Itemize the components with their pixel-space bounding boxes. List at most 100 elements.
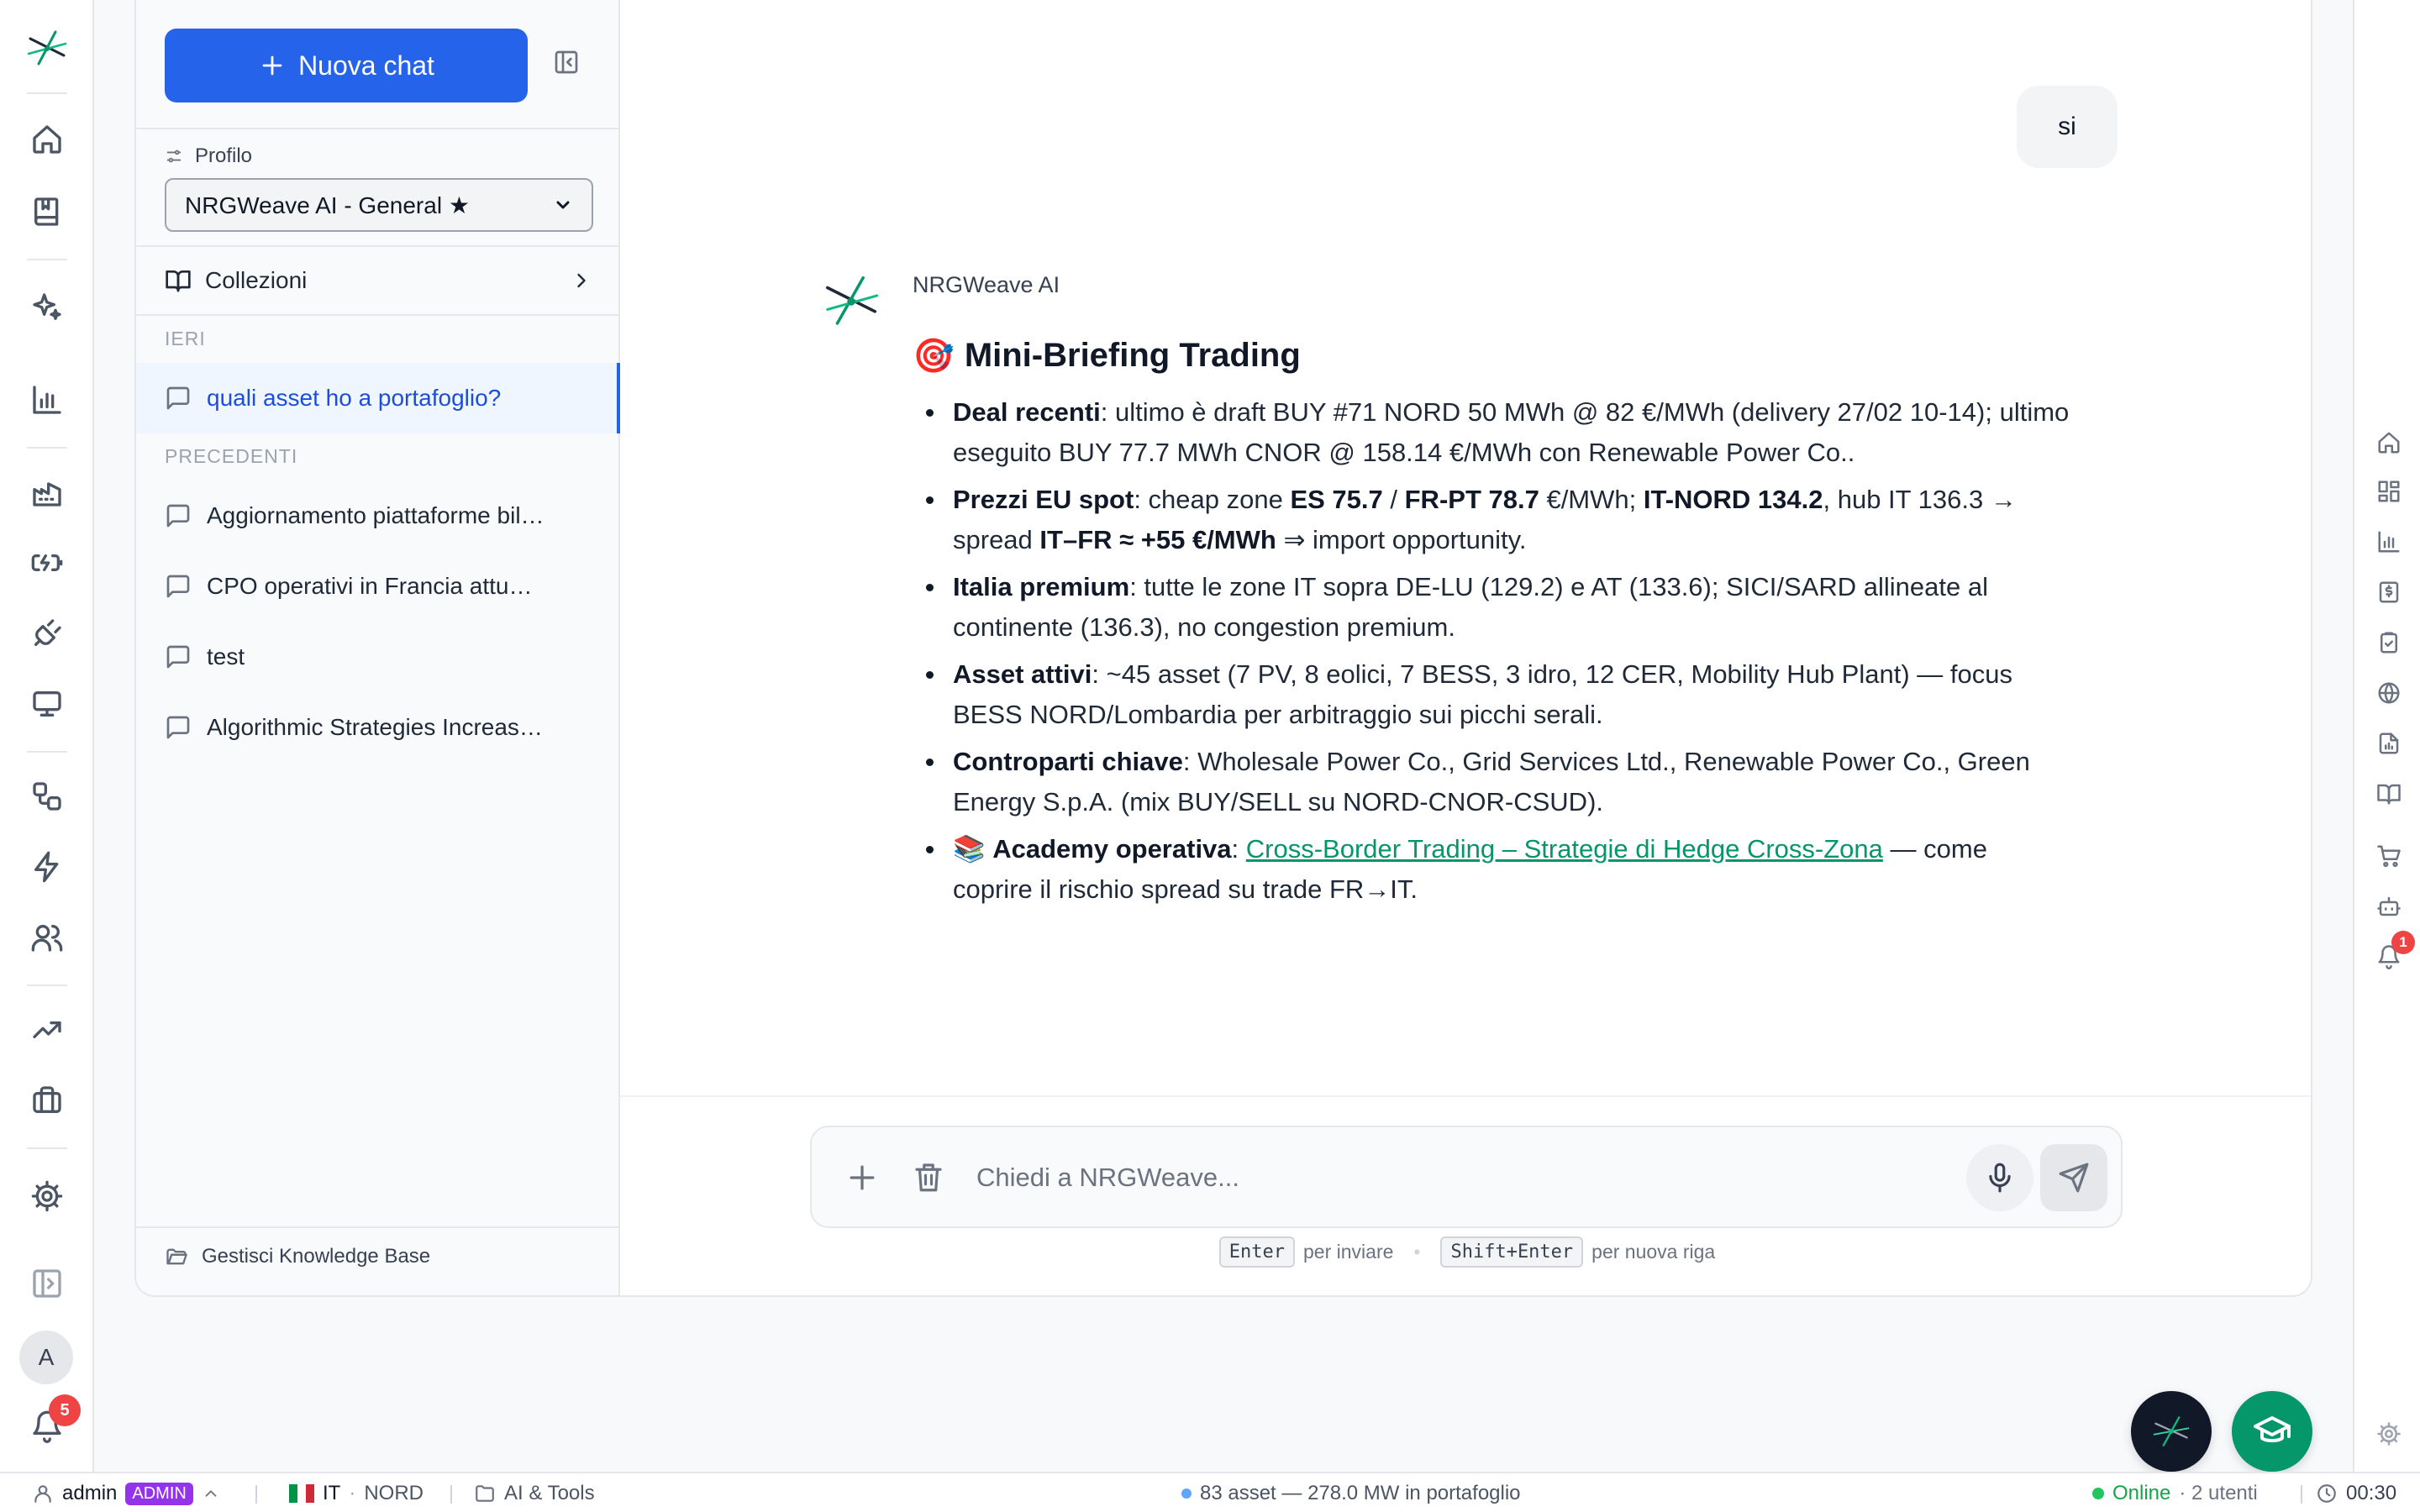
expand-sidebar-icon[interactable] [25, 1262, 69, 1305]
italy-flag-icon [289, 1484, 314, 1503]
new-chat-button[interactable]: Nuova chat [165, 29, 528, 102]
home-icon[interactable] [25, 118, 69, 161]
bullet-label: Controparti chiave [953, 747, 1183, 776]
sparkles-icon[interactable] [25, 286, 69, 329]
bullet-label: Italia premium [953, 572, 1130, 601]
clipboard-check-icon[interactable] [2376, 630, 2402, 655]
add-attachment-plus-icon[interactable] [844, 1159, 881, 1196]
chat-list-item[interactable]: test [136, 622, 620, 692]
academy-fab-button[interactable] [2232, 1391, 2312, 1472]
microphone-button[interactable] [1966, 1144, 2033, 1211]
open-book-icon[interactable] [2376, 781, 2402, 806]
bullet-text: : cheap zone [1134, 485, 1291, 514]
globe-icon[interactable] [2376, 680, 2402, 706]
workflow-icon[interactable] [25, 774, 69, 818]
enter-hint-text: per inviare [1303, 1241, 1394, 1263]
status-username: admin [62, 1482, 118, 1504]
bullet-highlight: IT-NORD 134.2 [1643, 485, 1823, 514]
collapse-sidebar-icon[interactable] [553, 49, 587, 82]
zap-icon[interactable] [25, 845, 69, 889]
bullet-text: : ultimo è draft BUY #71 NORD 50 MWh @ 8… [953, 397, 2070, 467]
message-square-icon [166, 504, 190, 528]
chat-title: test [207, 643, 245, 669]
shopping-cart-icon[interactable] [2376, 843, 2402, 869]
status-bar: admin ADMIN IT · NORD AI & Tools 83 asse… [0, 1472, 2420, 1512]
briefing-item-counterparties: Controparti chiave: Wholesale Power Co.,… [913, 742, 2072, 822]
chat-list-item[interactable]: Aggiornamento piattaforme bil… [136, 480, 620, 551]
home-icon[interactable] [2376, 430, 2402, 455]
manage-knowledge-base-link[interactable]: Gestisci Knowledge Base [165, 1245, 430, 1268]
nrgweave-logo-icon[interactable] [24, 25, 71, 72]
send-button[interactable] [2040, 1144, 2107, 1211]
books-emoji-icon: 📚 [953, 834, 986, 864]
assistant-fab-button[interactable] [2131, 1391, 2212, 1472]
chevron-up-icon [205, 1490, 217, 1497]
shift-enter-hint-text: per nuova riga [1591, 1241, 1716, 1263]
send-icon [2059, 1163, 2089, 1193]
new-chat-label: Nuova chat [298, 50, 434, 81]
briefing-item-academy: 📚 Academy operativa: Cross-Border Tradin… [913, 829, 2072, 910]
briefing-heading: 🎯 Mini-Briefing Trading [913, 336, 2072, 375]
bot-icon[interactable] [2376, 894, 2402, 919]
briefcase-icon[interactable] [25, 1079, 69, 1122]
message-square-icon [166, 575, 190, 598]
factory-icon[interactable] [25, 470, 69, 514]
dashboard-grid-icon[interactable] [2376, 479, 2402, 504]
microphone-icon [1989, 1163, 2011, 1193]
right-notifications-count-badge: 1 [2391, 931, 2415, 954]
chat-list-item[interactable]: Algorithmic Strategies Increas… [136, 692, 620, 763]
collections-row[interactable]: Collezioni [165, 260, 593, 301]
bullet-label: Academy operativa [992, 834, 1232, 864]
graduation-cap-icon [2254, 1416, 2291, 1442]
briefing-title: Mini-Briefing Trading [964, 337, 1301, 374]
workspace-selector[interactable]: AI & Tools [474, 1473, 595, 1512]
bar-chart-icon[interactable] [25, 378, 69, 422]
profile-label-row: Profilo [165, 144, 252, 168]
country-code: IT [323, 1482, 341, 1504]
message-square-icon [166, 645, 190, 669]
chat-list-item[interactable]: CPO operativi in Francia attu… [136, 551, 620, 622]
collections-label: Collezioni [205, 267, 308, 293]
workspace-name: AI & Tools [504, 1482, 595, 1504]
main-card: Nuova chat Profilo NRGWeave AI - General… [134, 0, 2312, 1297]
chat-list-item[interactable]: quali asset ho a portafoglio? [136, 363, 620, 433]
profile-select[interactable]: NRGWeave AI - General ★ [165, 178, 593, 232]
open-book-icon [166, 270, 191, 292]
academy-course-link[interactable]: Cross-Border Trading – Strategie di Hedg… [1246, 834, 1883, 864]
clear-trash-icon[interactable] [911, 1159, 948, 1196]
user-avatar[interactable]: A [19, 1331, 73, 1384]
user-icon [34, 1485, 51, 1503]
bar-chart-icon[interactable] [2376, 529, 2402, 554]
shift-enter-key-hint: Shift+Enter [1440, 1236, 1584, 1268]
dollar-receipt-icon[interactable] [2376, 580, 2402, 605]
folder-open-icon [166, 1248, 187, 1265]
manage-knowledge-base-label: Gestisci Knowledge Base [202, 1245, 431, 1268]
chat-area: si NRGWeave AI 🎯 Mini-Briefing Trading D… [620, 0, 2311, 1295]
hint-separator: • [1413, 1241, 1421, 1263]
battery-charging-icon[interactable] [25, 541, 69, 585]
chat-title: CPO operativi in Francia attu… [207, 573, 533, 599]
market-zone-selector[interactable]: IT · NORD [289, 1473, 424, 1512]
online-status: Online · 2 utenti [2092, 1473, 2258, 1512]
trending-up-icon[interactable] [25, 1008, 69, 1052]
profile-select-value: NRGWeave AI - General ★ [185, 192, 470, 218]
bullet-text: : ~45 asset (7 PV, 8 eolici, 7 BESS, 3 i… [953, 659, 2012, 729]
status-user[interactable]: admin ADMIN [32, 1473, 220, 1512]
book-icon[interactable] [25, 190, 69, 234]
zone-name: NORD [364, 1482, 424, 1504]
chevron-down-icon [556, 201, 570, 209]
composer-hint: Enter per inviare • Shift+Enter per nuov… [620, 1236, 2311, 1268]
settings-gear-icon[interactable] [25, 1174, 69, 1218]
plug-icon[interactable] [25, 612, 69, 655]
users-icon[interactable] [25, 916, 69, 959]
settings-gear-icon[interactable] [2376, 1421, 2402, 1446]
monitor-icon[interactable] [25, 682, 69, 726]
section-label-yesterday: IERI [165, 328, 206, 349]
user-message-bubble: si [2017, 86, 2118, 168]
clock: 00:30 [2316, 1473, 2396, 1512]
portfolio-summary: 83 asset — 278.0 MW in portafoglio [1181, 1473, 1521, 1512]
bullet-text: / [1382, 485, 1405, 514]
file-chart-icon[interactable] [2376, 731, 2402, 756]
chat-input[interactable]: Chiedi a NRGWeave... [976, 1163, 1239, 1193]
bullet-highlight: ES 75.7 [1290, 485, 1383, 514]
